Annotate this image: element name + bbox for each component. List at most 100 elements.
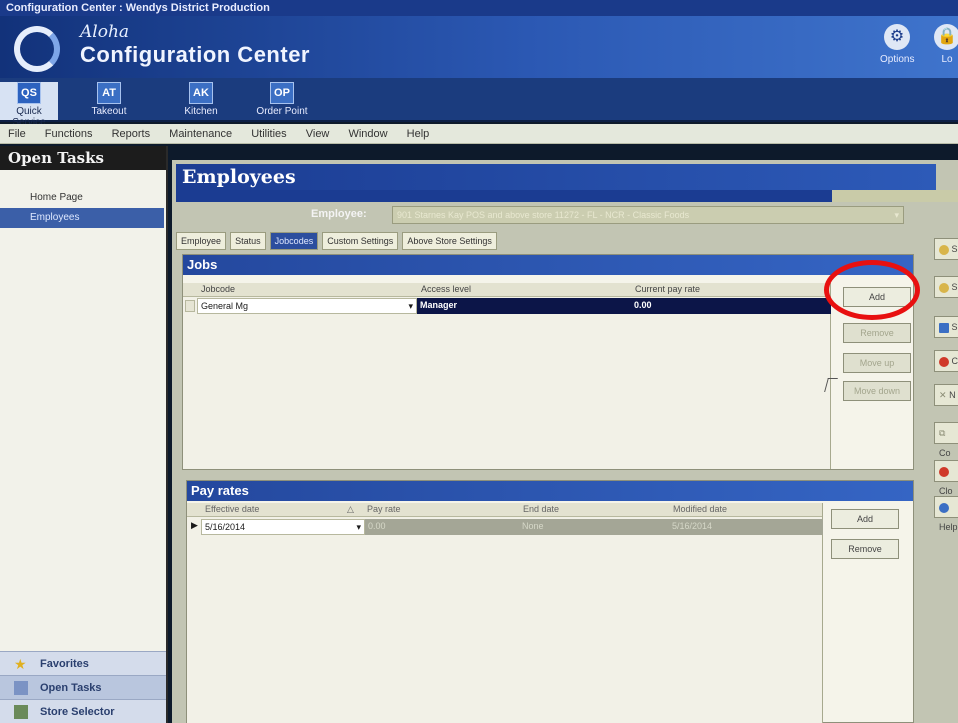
rail-button-label: Help	[939, 522, 958, 532]
access-level-cell[interactable]: Manager	[417, 298, 631, 314]
row-pointer-icon: ▶	[191, 520, 198, 530]
rail-button-save[interactable]: S	[934, 316, 958, 338]
effective-date-cell[interactable]: 5/16/2014 ▾	[201, 519, 365, 535]
gear-icon: ⚙	[884, 24, 910, 50]
menu-window[interactable]: Window	[340, 124, 395, 144]
chevron-down-icon: ▾	[356, 522, 361, 532]
open-tasks-panel: Open Tasks Home Page Employees ★ Favorit…	[0, 146, 168, 723]
rail-button-2[interactable]: S	[934, 276, 958, 298]
tab-above-store-settings[interactable]: Above Store Settings	[402, 232, 497, 250]
rail-button-label: S	[951, 244, 958, 254]
rail-button-new[interactable]: ✕ N	[934, 384, 958, 406]
refresh-icon	[939, 282, 949, 293]
rail-button-label: S	[951, 322, 958, 332]
logo-script: Aloha	[80, 22, 130, 42]
chevron-down-icon: ▾	[894, 210, 899, 220]
menu-utilities[interactable]: Utilities	[243, 124, 294, 144]
logout-label: Lo	[941, 54, 953, 65]
title-underline	[176, 190, 836, 202]
task-home-page[interactable]: Home Page	[0, 188, 166, 208]
pay-rate-cell[interactable]: 0.00	[365, 519, 519, 535]
table-row[interactable]: ▶ 5/16/2014 ▾ 0.00 None 5/16/2014	[187, 519, 835, 535]
open-tasks-label: Open Tasks	[40, 682, 102, 694]
store-icon	[14, 705, 28, 719]
rail-button-label: Clo	[939, 486, 953, 496]
jobs-actions: Add Remove Move up Move down	[831, 283, 915, 469]
close-circle-icon	[939, 466, 949, 477]
rail-button-label: C	[951, 356, 958, 366]
jobs-grid-header: Jobcode Access level Current pay rate	[183, 283, 830, 297]
aloha-logo-icon	[14, 26, 60, 72]
module-badge: QS	[17, 82, 41, 104]
jobs-header: Jobs	[183, 255, 913, 275]
module-kitchen[interactable]: AK Kitchen	[172, 82, 230, 120]
module-bar: QS Quick Service AT Takeout AK Kitchen O…	[0, 78, 958, 128]
options-button[interactable]: ⚙ Options	[880, 24, 914, 74]
module-takeout[interactable]: AT Takeout	[80, 82, 138, 120]
save-icon	[939, 322, 949, 333]
module-quick-service[interactable]: QS Quick Service	[0, 82, 58, 128]
module-order-point[interactable]: OP Order Point	[248, 82, 316, 120]
move-down-button[interactable]: Move down	[843, 381, 911, 401]
rail-button-close[interactable]: Clo	[934, 460, 958, 496]
menu-reports[interactable]: Reports	[104, 124, 159, 144]
open-tasks-header: Open Tasks	[0, 146, 166, 170]
tasks-icon	[14, 681, 28, 695]
move-up-button[interactable]: Move up	[843, 353, 911, 373]
logout-button[interactable]: 🔒 Lo	[930, 24, 958, 74]
refresh-icon	[939, 244, 949, 255]
pay-rates-grid-header: Effective date △ Pay rate End date Modif…	[187, 503, 822, 517]
col-pay-rate[interactable]: Pay rate	[367, 504, 401, 514]
star-icon: ★	[14, 656, 27, 672]
lock-icon: 🔒	[934, 24, 958, 50]
module-badge: OP	[270, 82, 294, 104]
open-tasks-button[interactable]: Open Tasks	[0, 675, 166, 699]
options-label: Options	[880, 54, 915, 65]
col-access-level[interactable]: Access level	[421, 284, 471, 294]
pay-rate-cell[interactable]: 0.00	[631, 298, 831, 314]
col-modified-date[interactable]: Modified date	[673, 504, 727, 514]
menu-file[interactable]: File	[0, 124, 34, 144]
col-jobcode[interactable]: Jobcode	[201, 284, 235, 294]
end-date-cell[interactable]: None	[519, 519, 669, 535]
rail-button-label: Co	[939, 448, 951, 458]
col-end-date[interactable]: End date	[523, 504, 559, 514]
add-pay-rate-button[interactable]: Add	[831, 509, 899, 529]
chevron-down-icon: ▾	[408, 301, 413, 311]
table-row[interactable]: General Mg ▾ Manager 0.00	[183, 298, 831, 314]
rail-button-label: S	[951, 282, 958, 292]
window-title-bar: Configuration Center : Wendys District P…	[0, 0, 958, 16]
tab-status[interactable]: Status	[230, 232, 266, 250]
rail-button-1[interactable]: S	[934, 238, 958, 260]
rail-button-help[interactable]: Help	[934, 496, 958, 532]
menu-view[interactable]: View	[298, 124, 338, 144]
module-label: Order Point	[256, 106, 308, 117]
sort-icon: △	[347, 504, 354, 514]
remove-pay-rate-button[interactable]: Remove	[831, 539, 899, 559]
title-underline-end	[832, 190, 958, 202]
close-icon: ✕	[939, 390, 947, 400]
add-job-button[interactable]: Add	[843, 287, 911, 307]
modified-date-cell[interactable]: 5/16/2014	[669, 519, 823, 535]
tab-custom-settings[interactable]: Custom Settings	[322, 232, 399, 250]
jobcode-cell[interactable]: General Mg ▾	[197, 298, 417, 314]
favorites-button[interactable]: ★ Favorites	[0, 651, 166, 675]
employee-label: Employee:	[311, 208, 367, 220]
employee-select[interactable]: 901 Starnes Kay POS and above store 1127…	[392, 206, 904, 224]
rail-button-cancel[interactable]: C	[934, 350, 958, 372]
remove-job-button[interactable]: Remove	[843, 323, 911, 343]
store-selector-button[interactable]: Store Selector	[0, 699, 166, 723]
pay-rates-grid: Effective date △ Pay rate End date Modif…	[187, 503, 823, 723]
col-current-pay-rate[interactable]: Current pay rate	[635, 284, 700, 294]
menu-functions[interactable]: Functions	[37, 124, 101, 144]
rail-button-copy[interactable]: ⧉ Co	[934, 422, 958, 458]
menu-maintenance[interactable]: Maintenance	[161, 124, 240, 144]
col-effective-date[interactable]: Effective date	[205, 504, 259, 514]
rail-button-label: N	[949, 390, 956, 400]
tab-jobcodes[interactable]: Jobcodes	[269, 232, 319, 250]
menu-help[interactable]: Help	[399, 124, 438, 144]
module-badge: AK	[189, 82, 213, 104]
task-employees[interactable]: Employees	[0, 208, 164, 228]
row-selector[interactable]	[185, 300, 195, 312]
tab-employee[interactable]: Employee	[176, 232, 227, 250]
